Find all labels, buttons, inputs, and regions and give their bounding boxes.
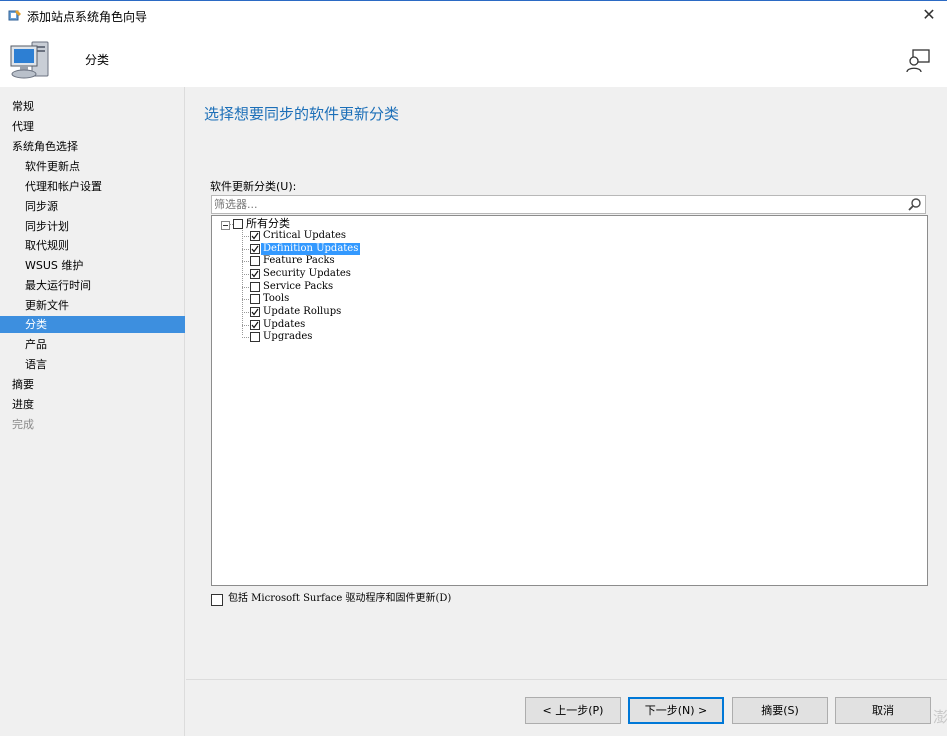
feedback-icon[interactable] [905,48,931,74]
classifications-label: 软件更新分类(U): [210,180,297,193]
tree-item-critical-updates[interactable]: Critical Updates [261,230,348,242]
classification-tree: 所有分类 Critical Updates Definition Updates… [211,215,928,586]
tree-collapse-toggle[interactable] [221,221,230,230]
search-icon[interactable] [907,197,922,212]
step-proxy[interactable]: 代理 [0,118,185,135]
watermark-text: 澎 [933,708,947,726]
checkbox-service-packs[interactable] [250,282,260,292]
computer-icon [10,41,49,79]
tree-item-security-updates[interactable]: Security Updates [261,268,353,280]
next-button[interactable]: 下一步(N) > [628,697,724,724]
cancel-button[interactable]: 取消 [835,697,931,724]
step-completion: 完成 [12,418,34,431]
step-software-update-point[interactable]: 软件更新点 [0,158,185,175]
page-title: 分类 [85,53,110,67]
back-button[interactable]: < 上一步(P) [525,697,621,724]
checkbox-definition-updates[interactable] [250,244,260,254]
checkbox-feature-packs[interactable] [250,256,260,266]
checkbox-upgrades[interactable] [250,332,260,342]
tree-item-service-packs[interactable]: Service Packs [261,281,335,293]
root-node-label[interactable]: 所有分类 [244,218,292,230]
checkbox-tools[interactable] [250,294,260,304]
step-supersedence-rules[interactable]: 取代规则 [0,237,185,254]
step-proxy-account-settings[interactable]: 代理和帐户设置 [0,178,185,195]
close-button[interactable]: ✕ [919,5,939,25]
checkbox-updates[interactable] [250,320,260,330]
checkbox-security-updates[interactable] [250,269,260,279]
step-languages[interactable]: 语言 [0,356,185,373]
step-update-files[interactable]: 更新文件 [0,297,185,314]
step-general[interactable]: 常规 [0,98,185,115]
tree-connector [242,230,243,335]
filter-box [211,195,926,214]
step-products[interactable]: 产品 [0,336,185,353]
tree-item-definition-updates[interactable]: Definition Updates [261,243,361,255]
step-sync-source[interactable]: 同步源 [0,198,185,215]
tree-item-feature-packs[interactable]: Feature Packs [261,255,337,267]
surface-drivers-checkbox[interactable] [211,594,223,606]
wizard-icon [8,10,21,21]
step-system-role-selection[interactable]: 系统角色选择 [0,138,185,155]
surface-drivers-label[interactable]: 包括 Microsoft Surface 驱动程序和固件更新(D) [228,592,451,606]
checkbox-critical-updates[interactable] [250,231,260,241]
checkbox-update-rollups[interactable] [250,307,260,317]
step-wsus-maintenance[interactable]: WSUS 维护 [0,257,185,274]
wizard-content: 选择想要同步的软件更新分类 软件更新分类(U): 所有分类 Critical U… [186,87,947,679]
section-heading: 选择想要同步的软件更新分类 [204,105,400,123]
wizard-header: 分类 [0,30,947,87]
footer-divider [186,679,947,680]
step-summary[interactable]: 摘要 [0,376,185,393]
close-icon: ✕ [922,5,936,24]
step-classifications[interactable]: 分类 [0,316,185,333]
tree-item-update-rollups[interactable]: Update Rollups [261,306,343,318]
step-progress[interactable]: 进度 [0,396,185,413]
wizard-steps-sidebar: 常规 代理 系统角色选择 软件更新点 代理和帐户设置 同步源 同步计划 取代规则… [0,87,185,736]
step-max-run-time[interactable]: 最大运行时间 [0,277,185,294]
summary-button[interactable]: 摘要(S) [732,697,828,724]
tree-item-updates[interactable]: Updates [261,319,307,331]
title-bar: 添加站点系统角色向导 ✕ [0,0,947,30]
tree-item-upgrades[interactable]: Upgrades [261,331,314,343]
tree-item-tools[interactable]: Tools [261,293,291,305]
window-title: 添加站点系统角色向导 [27,10,148,24]
root-checkbox[interactable] [233,219,243,229]
filter-input[interactable] [214,197,904,212]
step-sync-schedule[interactable]: 同步计划 [0,218,185,235]
